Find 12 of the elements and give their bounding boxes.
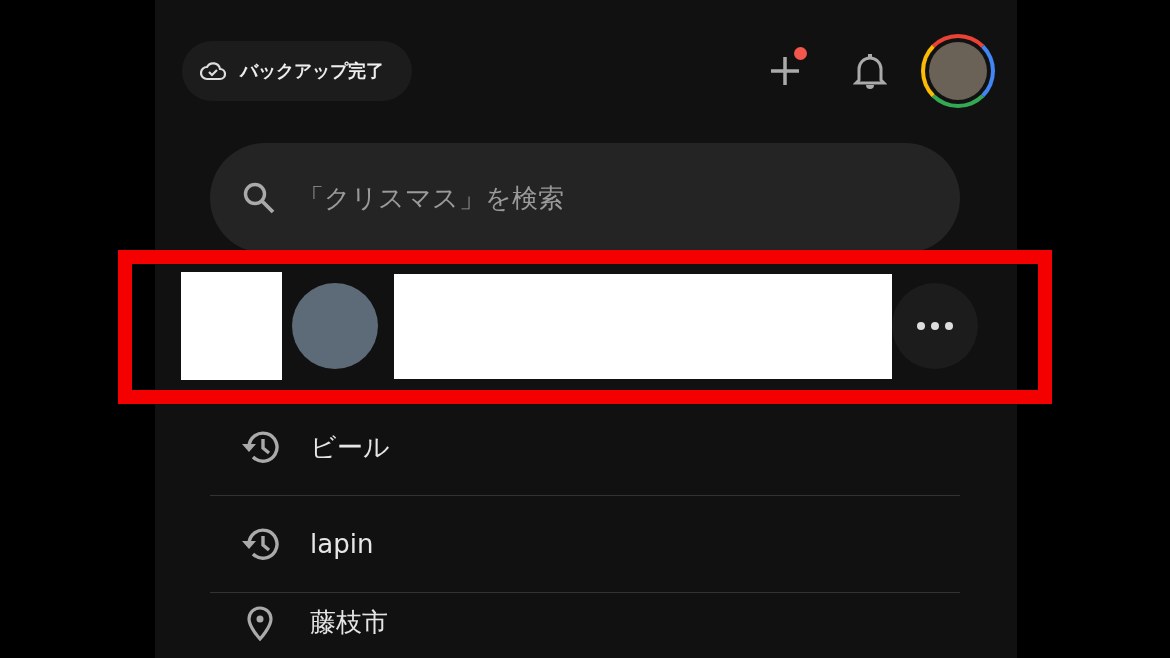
recent-search-item[interactable]: ビール: [210, 399, 960, 495]
backup-status-text: バックアップ完了: [240, 59, 384, 83]
cloud-check-icon: [200, 61, 226, 81]
search-icon: [242, 181, 276, 215]
notifications-bell-icon[interactable]: [853, 53, 887, 89]
history-icon: [240, 526, 280, 562]
history-icon: [240, 429, 280, 465]
backup-status-chip[interactable]: バックアップ完了: [182, 41, 412, 101]
recent-search-item[interactable]: 藤枝市: [210, 593, 960, 641]
recent-search-item[interactable]: lapin: [210, 496, 960, 592]
search-field[interactable]: 「クリスマス」を検索: [210, 143, 960, 253]
more-dots-icon: [917, 322, 953, 330]
